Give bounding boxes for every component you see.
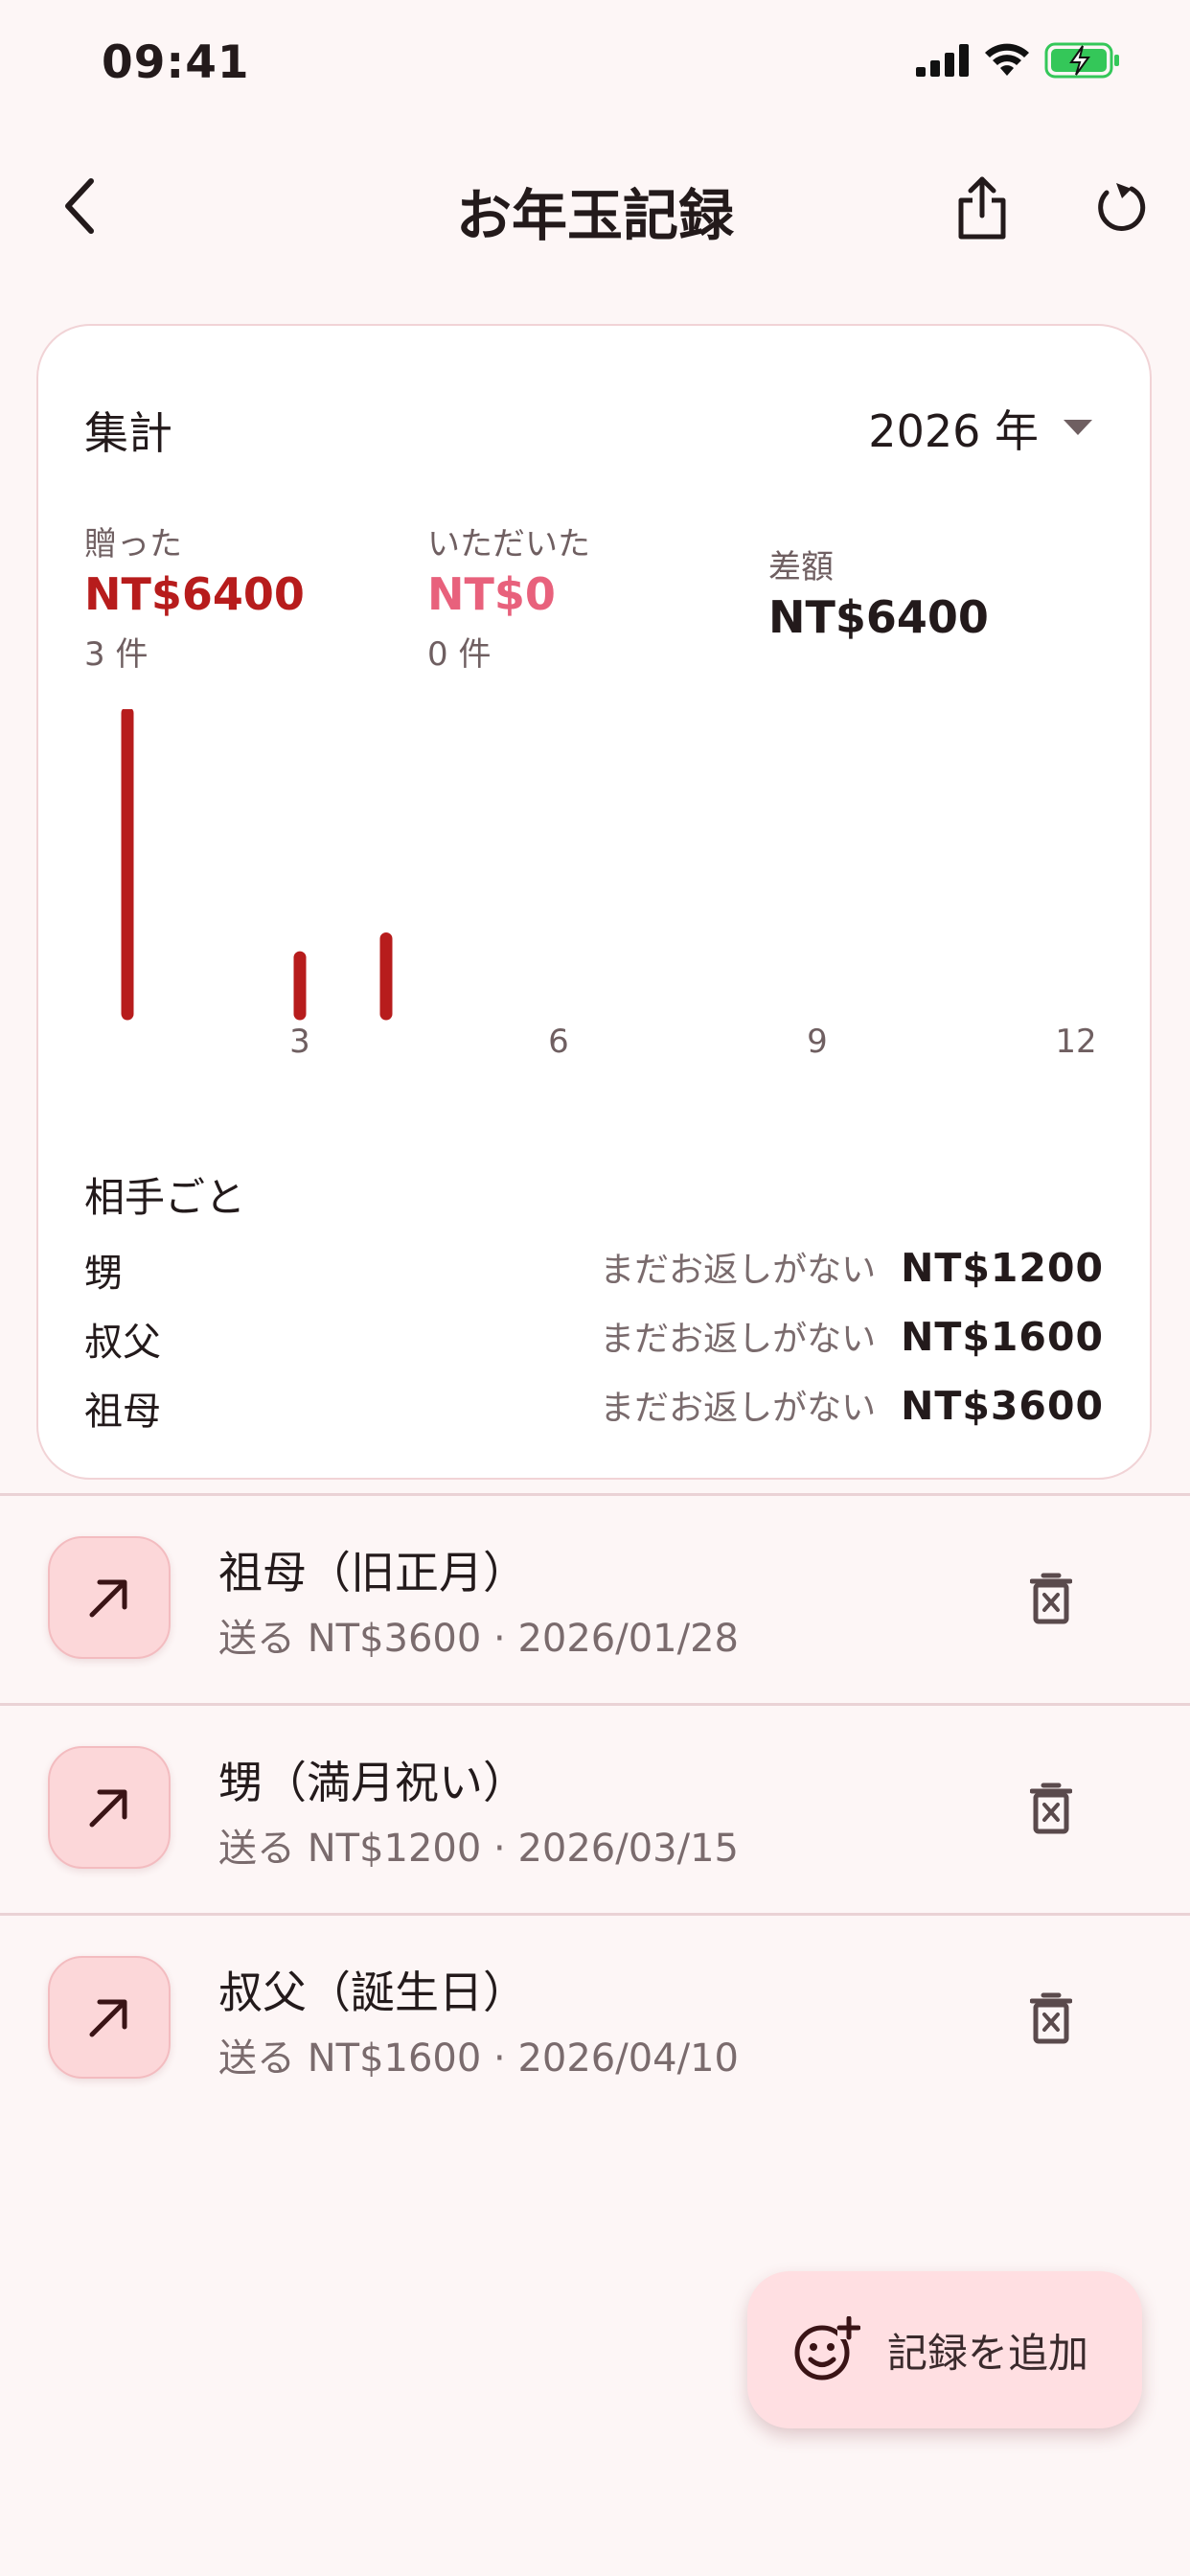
status-icons	[916, 42, 1121, 79]
add-record-button[interactable]: 記録を追加	[747, 2271, 1142, 2428]
record-item[interactable]: 甥（満月祝い） 送る NT$1200 · 2026/03/15	[0, 1706, 1190, 1913]
record-subtitle: 送る NT$1200 · 2026/03/15	[218, 1827, 740, 1871]
person-row: まだお返しがない NT$3600	[600, 1380, 1104, 1430]
arrow-up-right-icon	[48, 1746, 171, 1869]
person-name: 祖母	[84, 1390, 161, 1434]
record-item[interactable]: 祖母（旧正月） 送る NT$3600 · 2026/01/28	[0, 1496, 1190, 1703]
difference-stat: 差額 NT$6400	[768, 540, 989, 643]
received-label: いただいた	[427, 525, 590, 564]
person-amount: NT$3600	[901, 1383, 1104, 1429]
dropdown-arrow-icon	[1064, 420, 1092, 435]
x-tick-label: 9	[807, 1023, 828, 1061]
record-item[interactable]: 叔父（誕生日） 送る NT$1600 · 2026/04/10	[0, 1916, 1190, 2123]
given-count: 3 件	[84, 635, 149, 674]
add-reaction-icon	[794, 2316, 860, 2380]
delete-button[interactable]	[1008, 1555, 1094, 1642]
x-tick-label: 12	[1055, 1023, 1096, 1061]
record-title: 甥（満月祝い）	[218, 1757, 527, 1808]
record-title: 叔父（誕生日）	[218, 1966, 527, 2018]
x-tick-label: 3	[289, 1023, 310, 1061]
given-label: 贈った	[84, 525, 182, 564]
status-time: 09:41	[102, 36, 250, 89]
arrow-up-right-icon	[48, 1536, 171, 1659]
delete-button[interactable]	[1008, 1765, 1094, 1852]
received-count: 0 件	[427, 635, 492, 674]
year-value: 2026 年	[868, 405, 1039, 457]
summary-card: 集計 2026 年 贈った NT$6400 3 件 いただいた NT$0 0 件…	[36, 324, 1152, 1480]
delete-icon	[1030, 1573, 1072, 1624]
given-stat: 贈った NT$6400 3 件	[84, 518, 305, 675]
difference-label: 差額	[768, 548, 834, 586]
battery-charging-icon	[1044, 42, 1119, 79]
record-subtitle: 送る NT$1600 · 2026/04/10	[218, 2036, 740, 2081]
wifi-icon	[985, 43, 1029, 76]
monthly-bar-chart: 3 6 9 12	[121, 709, 1097, 1061]
given-amount: NT$6400	[84, 568, 305, 620]
signal-icon	[916, 44, 969, 77]
difference-amount: NT$6400	[768, 591, 989, 643]
arrow-up-right-icon	[48, 1956, 171, 2079]
received-stat: いただいた NT$0 0 件	[427, 518, 590, 675]
person-name: 叔父	[84, 1321, 161, 1365]
delete-button[interactable]	[1008, 1975, 1094, 2061]
per-person-title: 相手ごと	[84, 1174, 246, 1221]
share-icon	[958, 176, 1006, 240]
person-row: まだお返しがない NT$1600	[600, 1311, 1104, 1361]
person-status: まだお返しがない	[600, 1389, 877, 1428]
person-name: 甥	[84, 1252, 123, 1296]
x-tick-label: 6	[548, 1023, 569, 1061]
person-amount: NT$1200	[901, 1245, 1104, 1291]
delete-icon	[1030, 1782, 1072, 1834]
record-title: 祖母（旧正月）	[218, 1547, 527, 1598]
refresh-button[interactable]	[1077, 165, 1163, 251]
person-status: まだお返しがない	[600, 1251, 877, 1290]
person-status: まだお返しがない	[600, 1320, 877, 1359]
year-dropdown[interactable]: 2026 年	[868, 397, 1092, 460]
delete-icon	[1030, 1992, 1072, 2044]
record-subtitle: 送る NT$3600 · 2026/01/28	[218, 1617, 740, 1661]
summary-title: 集計	[84, 407, 172, 459]
received-amount: NT$0	[427, 568, 556, 620]
add-record-label: 記録を追加	[887, 2329, 1089, 2377]
refresh-icon	[1098, 183, 1146, 231]
share-button[interactable]	[939, 165, 1025, 251]
person-row: まだお返しがない NT$1200	[600, 1242, 1104, 1292]
person-amount: NT$1600	[901, 1314, 1104, 1360]
